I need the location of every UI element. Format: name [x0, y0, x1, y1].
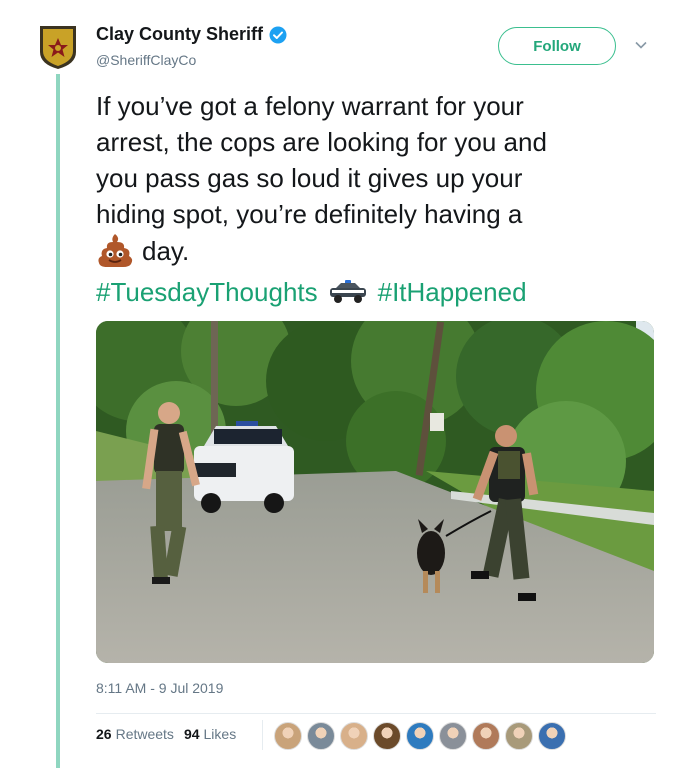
liker-avatar[interactable]	[406, 722, 434, 750]
liker-avatars	[274, 722, 571, 750]
tweet-photo[interactable]	[96, 321, 654, 663]
liker-avatar[interactable]	[439, 722, 467, 750]
tweet-last-line: day.	[96, 232, 656, 269]
police-car-icon	[329, 280, 366, 303]
author-row: Clay County Sheriff	[96, 24, 287, 45]
likes-count[interactable]: 94	[184, 726, 200, 742]
liker-avatar[interactable]	[505, 722, 533, 750]
follow-button[interactable]: Follow	[498, 27, 616, 65]
liker-avatar[interactable]	[307, 722, 335, 750]
liker-avatar[interactable]	[538, 722, 566, 750]
thread-line	[56, 74, 60, 768]
sheriff-badge-icon	[40, 26, 76, 69]
chevron-down-icon[interactable]	[634, 38, 648, 52]
author-handle[interactable]: @SheriffClayCo	[96, 52, 196, 68]
tweet-line: If you’ve got a felony warrant for your	[96, 91, 524, 121]
pile-of-poo-icon	[98, 234, 133, 267]
tweet-last-word: day.	[142, 236, 190, 266]
avatar[interactable]	[36, 22, 80, 70]
hashtag-tuesdaythoughts[interactable]: #TuesdayThoughts	[96, 274, 318, 310]
likes-label[interactable]: Likes	[204, 726, 237, 742]
retweets-label[interactable]: Retweets	[116, 726, 174, 742]
retweets-count[interactable]: 26	[96, 726, 112, 742]
tweet-line: you pass gas so loud it gives up your	[96, 163, 523, 193]
stats-separator	[262, 720, 263, 750]
hashtag-row: #TuesdayThoughts #ItHappened	[96, 274, 527, 310]
tweet-line: hiding spot, you’re definitely having a	[96, 199, 523, 229]
engagement-stats: 26 Retweets 94 Likes	[96, 726, 236, 742]
tweet-text: If you’ve got a felony warrant for your …	[96, 88, 656, 269]
tweet-line: arrest, the cops are looking for you and	[96, 127, 547, 157]
author-name[interactable]: Clay County Sheriff	[96, 24, 263, 45]
divider	[96, 713, 656, 714]
liker-avatar[interactable]	[274, 722, 302, 750]
liker-avatar[interactable]	[340, 722, 368, 750]
liker-avatar[interactable]	[472, 722, 500, 750]
tweet-timestamp[interactable]: 8:11 AM - 9 Jul 2019	[96, 680, 223, 696]
photo-deputies-and-k9	[96, 321, 654, 663]
liker-avatar[interactable]	[373, 722, 401, 750]
verified-badge-icon	[269, 26, 287, 43]
hashtag-ithappened[interactable]: #ItHappened	[378, 274, 527, 310]
